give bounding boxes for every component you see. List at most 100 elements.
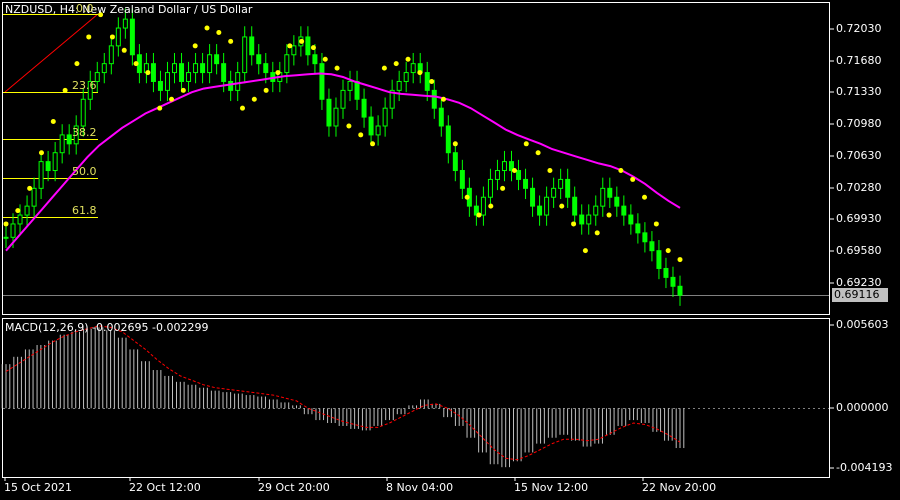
candle-body bbox=[572, 196, 578, 216]
fib-label-50-0: 50.0 bbox=[72, 165, 97, 178]
candle-body bbox=[635, 223, 641, 234]
candle-body bbox=[263, 63, 269, 74]
sar-dot bbox=[287, 43, 293, 49]
sar-dot bbox=[500, 185, 506, 191]
sar-dot bbox=[441, 96, 447, 102]
candle-body bbox=[565, 178, 571, 198]
candle-body bbox=[530, 187, 536, 207]
sar-dot bbox=[677, 257, 683, 263]
candle-body bbox=[129, 18, 135, 56]
sar-dot bbox=[405, 56, 411, 62]
sar-dot bbox=[429, 78, 435, 84]
candle-body bbox=[66, 134, 72, 145]
candle-body bbox=[235, 72, 241, 91]
sar-dot bbox=[606, 212, 612, 218]
candle-body bbox=[333, 107, 339, 127]
candle-body bbox=[200, 63, 206, 74]
sar-dot bbox=[393, 61, 399, 67]
candle-body bbox=[551, 187, 557, 198]
sar-dot bbox=[535, 150, 541, 156]
candle-body bbox=[593, 205, 599, 216]
trading-chart[interactable]: NZDUSD, H4: New Zealand Dollar / US Doll… bbox=[0, 0, 900, 500]
candle-body bbox=[164, 72, 170, 91]
candle-body bbox=[544, 196, 550, 216]
sar-dot bbox=[488, 203, 494, 209]
time-axis-label: 15 Oct 2021 bbox=[4, 481, 73, 494]
sar-dot bbox=[547, 168, 553, 174]
candle-body bbox=[677, 285, 683, 296]
chart-canvas[interactable] bbox=[0, 0, 900, 500]
candle-body bbox=[516, 170, 522, 180]
candle-body bbox=[249, 36, 255, 56]
sar-dot bbox=[169, 96, 175, 102]
current-price-label: 0.69116 bbox=[832, 288, 888, 302]
candle-body bbox=[480, 196, 486, 216]
sar-dot bbox=[228, 38, 234, 44]
candle-body bbox=[17, 214, 23, 225]
price-pane-border bbox=[2, 2, 830, 315]
candle-body bbox=[52, 152, 58, 172]
candle-body bbox=[382, 107, 388, 127]
sar-dot bbox=[653, 221, 659, 227]
candle-body bbox=[101, 63, 107, 74]
candle-body bbox=[396, 80, 402, 91]
candle-body bbox=[375, 125, 381, 136]
candle-body bbox=[579, 214, 585, 225]
price-axis-label: 0.70980 bbox=[836, 117, 882, 130]
parabolic-sar-series bbox=[3, 12, 683, 263]
sar-dot bbox=[299, 38, 305, 44]
candle-body bbox=[179, 63, 185, 82]
sar-dot bbox=[594, 230, 600, 236]
macd-title: MACD(12,26,9) -0.002695 -0.002299 bbox=[5, 321, 209, 334]
candle-body bbox=[558, 178, 564, 189]
sar-dot bbox=[582, 248, 588, 254]
price-axis-label: 0.71330 bbox=[836, 85, 882, 98]
macd-axis-label: 0.000000 bbox=[836, 401, 889, 414]
fib-label-38-2: 38.2 bbox=[72, 126, 97, 139]
sar-dot bbox=[15, 208, 21, 214]
candle-body bbox=[614, 196, 620, 207]
sar-dot bbox=[239, 105, 245, 111]
candle-body bbox=[642, 232, 648, 243]
candle-body bbox=[221, 63, 227, 82]
sar-dot bbox=[50, 119, 56, 125]
sar-dot bbox=[27, 185, 33, 191]
sar-dot bbox=[121, 47, 127, 53]
sar-dot bbox=[310, 45, 316, 51]
candle-body bbox=[214, 54, 220, 65]
candle-body bbox=[607, 187, 613, 198]
sar-dot bbox=[618, 168, 624, 174]
sar-dot bbox=[571, 221, 577, 227]
sar-dot bbox=[157, 105, 163, 111]
candle-body bbox=[284, 54, 290, 74]
sar-dot bbox=[452, 141, 458, 147]
candle-body bbox=[319, 63, 325, 100]
sar-dot bbox=[38, 150, 44, 156]
sar-dot bbox=[322, 56, 328, 62]
sar-dot bbox=[263, 87, 269, 93]
time-axis-label: 29 Oct 20:00 bbox=[258, 481, 330, 494]
sar-dot bbox=[145, 70, 151, 76]
time-axis-label: 15 Nov 12:00 bbox=[514, 481, 589, 494]
candle-body bbox=[312, 54, 318, 65]
candle-body bbox=[326, 98, 332, 127]
time-axis-label: 22 Oct 12:00 bbox=[129, 481, 201, 494]
sar-dot bbox=[358, 132, 364, 138]
sar-dot bbox=[630, 176, 636, 182]
candle-body bbox=[494, 170, 500, 180]
macd-axis-label: 0.005603 bbox=[836, 318, 889, 331]
candle-body bbox=[108, 45, 114, 65]
price-axis-label: 0.70280 bbox=[836, 181, 882, 194]
candle-body bbox=[242, 36, 248, 74]
candle-body bbox=[193, 63, 199, 74]
candle-body bbox=[150, 63, 156, 82]
symbol-title: NZDUSD, H4: New Zealand Dollar / US Doll… bbox=[5, 3, 253, 16]
candle-body bbox=[305, 36, 311, 56]
candle-body bbox=[438, 107, 444, 127]
sar-dot bbox=[334, 65, 340, 71]
sar-dot bbox=[109, 34, 115, 40]
candle-body bbox=[80, 98, 86, 127]
candle-body bbox=[628, 214, 634, 225]
candle-body bbox=[24, 205, 30, 216]
price-axis-label: 0.69580 bbox=[836, 244, 882, 257]
